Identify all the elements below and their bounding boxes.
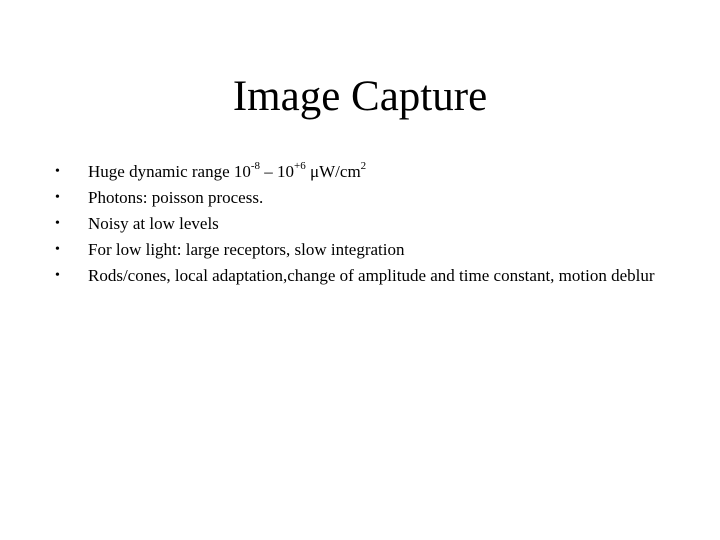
text-segment: Huge dynamic range 10 <box>88 162 251 181</box>
bullet-list: • Huge dynamic range 10-8 – 10+6 μW/cm2 … <box>55 160 675 292</box>
bullet-icon: • <box>55 164 60 179</box>
text-segment: μW/cm <box>305 162 361 181</box>
bullet-text: For low light: large receptors, slow int… <box>88 240 405 259</box>
bullet-icon: • <box>55 268 60 283</box>
bullet-item: • Huge dynamic range 10-8 – 10+6 μW/cm2 <box>55 160 675 182</box>
superscript-exponent: 2 <box>360 160 367 173</box>
bullet-icon: • <box>55 216 60 231</box>
bullet-item: • Noisy at low levels <box>55 214 675 234</box>
superscript-exponent: -8 <box>250 160 261 173</box>
bullet-item: • For low light: large receptors, slow i… <box>55 240 675 260</box>
bullet-text-dynamic-range: Huge dynamic range 10-8 – 10+6 μW/cm2 <box>88 160 675 182</box>
bullet-item: • Photons: poisson process. <box>55 188 675 208</box>
bullet-item: • Rods/cones, local adaptation,change of… <box>55 266 675 286</box>
slide-title: Image Capture <box>232 73 488 120</box>
bullet-text: Noisy at low levels <box>88 214 219 233</box>
slide: Image Capture • Huge dynamic range 10-8 … <box>0 0 720 540</box>
bullet-text: Photons: poisson process. <box>88 188 264 207</box>
text-segment: – 10 <box>260 162 295 181</box>
bullet-icon: • <box>55 242 60 257</box>
superscript-exponent: +6 <box>294 160 306 173</box>
bullet-icon: • <box>55 190 60 205</box>
bullet-text: Rods/cones, local adaptation,change of a… <box>88 266 655 285</box>
